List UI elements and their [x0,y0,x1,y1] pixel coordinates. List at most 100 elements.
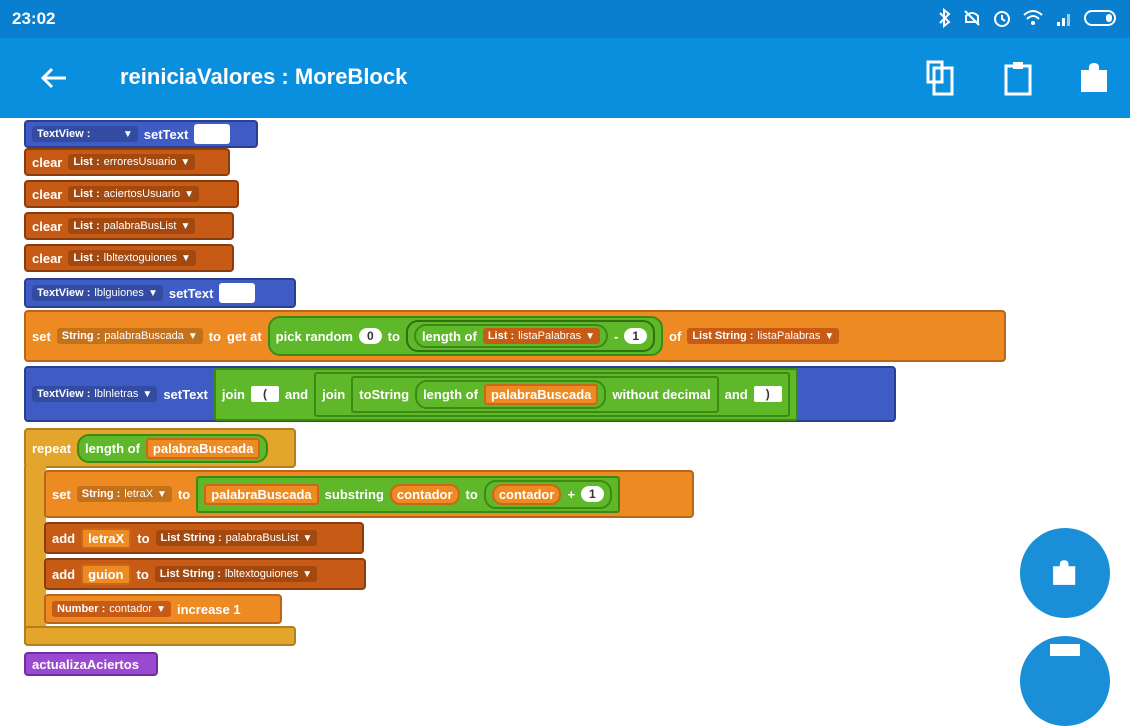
clipboard-icon[interactable] [998,58,1038,98]
string-dropdown[interactable]: String : letraX ▼ [76,486,172,502]
list-string-dropdown[interactable]: List String : lbltextoguiones ▼ [154,566,318,582]
add-keyword: add [52,566,76,582]
to-label: to [387,328,400,344]
variable-block[interactable]: contador [491,483,562,505]
increase-block[interactable]: Number : contador ▼ increase 1 [44,594,282,624]
repeat-body-bar [24,466,46,644]
clear-keyword: clear [32,186,63,202]
text-slot[interactable] [219,283,256,303]
set-string-block[interactable]: set String : palabraBuscada ▼ to get at pi… [24,310,1006,362]
text-input[interactable]: ( [251,386,279,402]
length-of-label: length of [85,440,140,456]
to-label: to [137,530,150,546]
pick-random-label: pick random [275,328,353,344]
clear-list-block[interactable]: clear List : lbltextoguiones ▼ [24,244,234,272]
text-slot[interactable] [194,124,231,144]
get-at-label: get at [227,328,262,344]
plus-block[interactable]: contador + 1 [483,479,612,509]
textview-dropdown[interactable]: TextView : ▼ [32,126,138,142]
to-label: to [177,486,191,502]
clear-keyword: clear [32,218,63,234]
add-list-block[interactable]: add letraX to List String : palabraBusLis… [44,522,364,554]
substring-block[interactable]: palabraBuscada substring contador to con… [196,475,620,513]
minus-block[interactable]: length of List : listaPalabras ▼ - 1 [405,320,656,352]
tostring-label: toString [359,386,410,402]
number-input[interactable]: 1 [624,328,648,344]
length-of-label: length of [421,328,477,344]
variable-block[interactable]: guion [81,563,131,585]
clear-list-block[interactable]: clear List : erroresUsuario ▼ [24,148,230,176]
secondary-fab[interactable] [1020,636,1110,726]
list-dropdown[interactable]: List : lbltextoguiones ▼ [68,250,196,266]
variable-block[interactable]: palabraBuscada [483,383,599,405]
list-dropdown[interactable]: List : aciertosUsuario ▼ [68,186,199,202]
list-dropdown[interactable]: List : listaPalabras ▼ [482,328,600,344]
tostring-block[interactable]: toString length of palabraBuscada withou… [351,375,719,413]
variable-block[interactable]: palabraBuscada [145,437,261,459]
textview-dropdown[interactable]: TextView : lblguiones ▼ [32,285,163,301]
number-dropdown[interactable]: Number : contador ▼ [52,601,171,617]
status-icons [938,8,1118,28]
app-bar: reiniciaValores : MoreBlock [0,38,1130,118]
clear-list-block[interactable]: clear List : aciertosUsuario ▼ [24,180,239,208]
number-input[interactable]: 1 [581,486,604,502]
join-label: join [221,386,245,402]
join-label: join [322,386,346,402]
setText-block[interactable]: TextView : ▼ setText [24,120,258,148]
puzzle-icon[interactable] [1075,58,1115,98]
length-of-block[interactable]: length of List : listaPalabras ▼ [413,324,608,348]
variable-block[interactable]: palabraBuscada [204,483,319,505]
variable-block[interactable]: contador [389,483,460,505]
clear-keyword: clear [32,250,63,266]
wifi-icon [1023,10,1043,25]
and-label: and [724,386,748,402]
without-decimal-label: without decimal [612,386,711,402]
setText-block[interactable]: TextView : lblguiones ▼ setText [24,278,296,308]
plus-label: + [567,486,576,502]
alarm-icon [994,11,1010,27]
clear-list-block[interactable]: clear List : palabraBusList ▼ [24,212,234,240]
variable-block[interactable]: letraX [81,527,132,549]
textview-dropdown[interactable]: TextView : lblnletras ▼ [32,386,158,402]
increase-label: increase 1 [177,601,241,617]
list-string-dropdown[interactable]: List String : palabraBusList ▼ [155,530,318,546]
join-block[interactable]: join ( and join toString length of palab… [213,367,798,421]
setText-block[interactable]: TextView : lblnletras ▼ setText join ( and… [24,366,896,422]
list-string-dropdown[interactable]: List String : listaPalabras ▼ [687,328,840,344]
length-of-block[interactable]: length of palabraBuscada [415,379,607,409]
pick-random-block[interactable]: pick random 0 to length of List : listaPa… [267,316,664,356]
settext-label: setText [168,285,214,301]
set-keyword: set [52,486,71,502]
settext-label: setText [143,126,189,142]
add-list-block[interactable]: add guion to List String : lbltextoguione… [44,558,366,590]
string-dropdown[interactable]: String : palabraBuscada ▼ [56,328,203,344]
puzzle-icon [1050,644,1080,656]
set-string-block[interactable]: set String : letraX ▼ to palabraBuscada su… [44,470,694,518]
list-dropdown[interactable]: List : palabraBusList ▼ [68,218,196,234]
signal-icon [1057,14,1070,26]
join-block[interactable]: join toString length of palabraBuscada w… [314,371,790,417]
battery-icon [1084,10,1116,26]
to-label: to [208,328,221,344]
back-arrow-icon[interactable] [36,60,72,96]
copy-icon[interactable] [920,58,960,98]
add-keyword: add [52,530,76,546]
settext-label: setText [163,386,208,402]
page-title: reiniciaValores : MoreBlock [120,64,408,89]
length-of-label: length of [423,386,478,402]
number-input[interactable]: 0 [358,328,382,344]
length-of-block[interactable]: length of palabraBuscada [77,433,269,463]
to-label: to [465,486,478,502]
list-dropdown[interactable]: List : erroresUsuario ▼ [68,154,196,170]
mute-icon [964,10,980,26]
and-label: and [285,386,309,402]
repeat-block[interactable]: repeat length of palabraBuscada [24,428,296,468]
add-block-fab[interactable] [1020,528,1110,618]
set-keyword: set [32,328,51,344]
to-label: to [136,566,149,582]
status-bar: 23:02 [0,0,1130,38]
text-input[interactable]: ) [753,386,782,402]
substring-label: substring [324,486,384,502]
status-time: 23:02 [12,9,56,28]
moreblock-call[interactable]: actualizaAciertos [24,652,158,676]
